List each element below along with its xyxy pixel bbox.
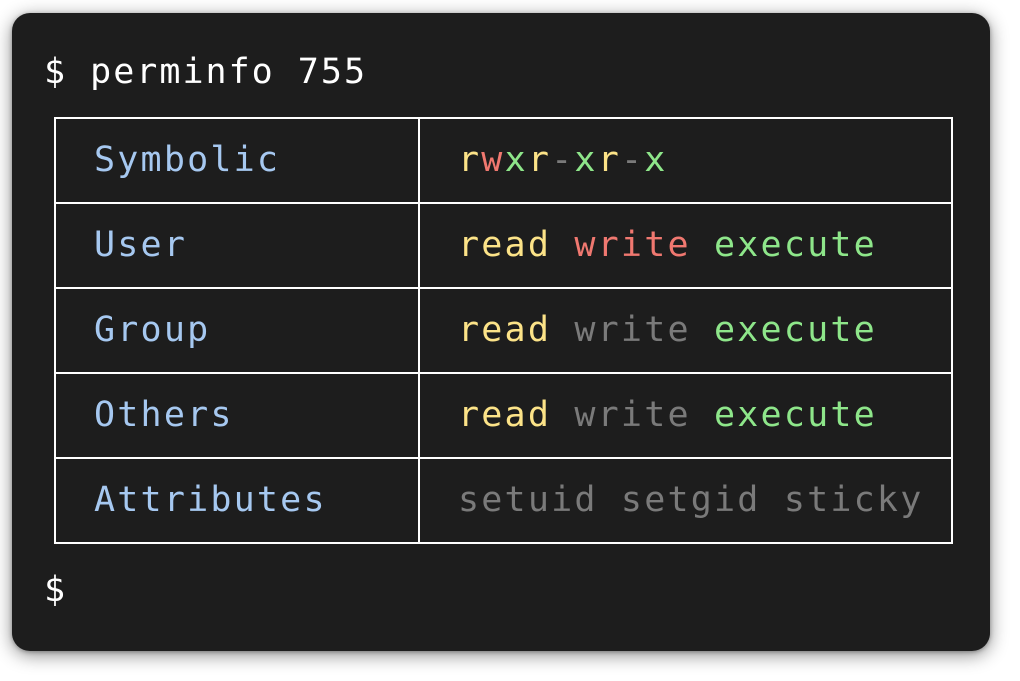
row-label-user: User xyxy=(54,202,420,289)
command-text: perminfo 755 xyxy=(90,52,368,92)
row-label-attributes: Attributes xyxy=(54,457,420,544)
perm-write-disabled: write xyxy=(574,395,691,435)
perm-execute: execute xyxy=(714,395,877,435)
attr-setgid-disabled: setgid xyxy=(620,480,761,520)
perm-write: write xyxy=(574,225,691,265)
row-label-group: Group xyxy=(54,287,420,374)
input-prompt-line[interactable]: $ xyxy=(44,573,67,608)
symbolic-char: r xyxy=(527,140,552,180)
perm-read: read xyxy=(458,395,552,435)
symbolic-char: - xyxy=(620,140,645,180)
table-row: Symbolic rwxr-xr-x xyxy=(54,117,953,204)
attr-sticky-disabled: sticky xyxy=(783,480,924,520)
others-permissions: read write execute xyxy=(418,372,953,459)
symbolic-char: - xyxy=(551,140,575,180)
perm-read: read xyxy=(458,310,552,350)
perm-execute: execute xyxy=(714,225,877,265)
row-label-symbolic: Symbolic xyxy=(54,117,420,204)
attr-setuid-disabled: setuid xyxy=(458,480,598,520)
symbolic-char: r xyxy=(458,140,482,180)
table-row: Others read write execute xyxy=(54,372,953,459)
table-row: Group read write execute xyxy=(54,287,953,374)
symbolic-char: r xyxy=(597,140,621,180)
symbolic-value: rwxr-xr-x xyxy=(418,117,953,204)
symbolic-char: x xyxy=(574,140,598,180)
permissions-table: Symbolic rwxr-xr-x User read write execu… xyxy=(54,117,953,544)
row-label-others: Others xyxy=(54,372,420,459)
command-line: $ perminfo 755 xyxy=(44,55,367,90)
user-permissions: read write execute xyxy=(418,202,953,289)
terminal-window: $ perminfo 755 Symbolic rwxr-xr-x User r… xyxy=(12,13,990,651)
group-permissions: read write execute xyxy=(418,287,953,374)
symbolic-char: x xyxy=(504,140,528,180)
prompt-symbol: $ xyxy=(44,52,68,92)
symbolic-char: x xyxy=(644,140,668,180)
perm-read: read xyxy=(458,225,552,265)
symbolic-char: w xyxy=(481,140,505,180)
perm-write-disabled: write xyxy=(574,310,691,350)
table-row: User read write execute xyxy=(54,202,953,289)
table-row: Attributes setuid setgid sticky xyxy=(54,457,953,544)
attributes-value: setuid setgid sticky xyxy=(418,457,953,544)
prompt-symbol: $ xyxy=(44,570,68,610)
perm-execute: execute xyxy=(714,310,877,350)
